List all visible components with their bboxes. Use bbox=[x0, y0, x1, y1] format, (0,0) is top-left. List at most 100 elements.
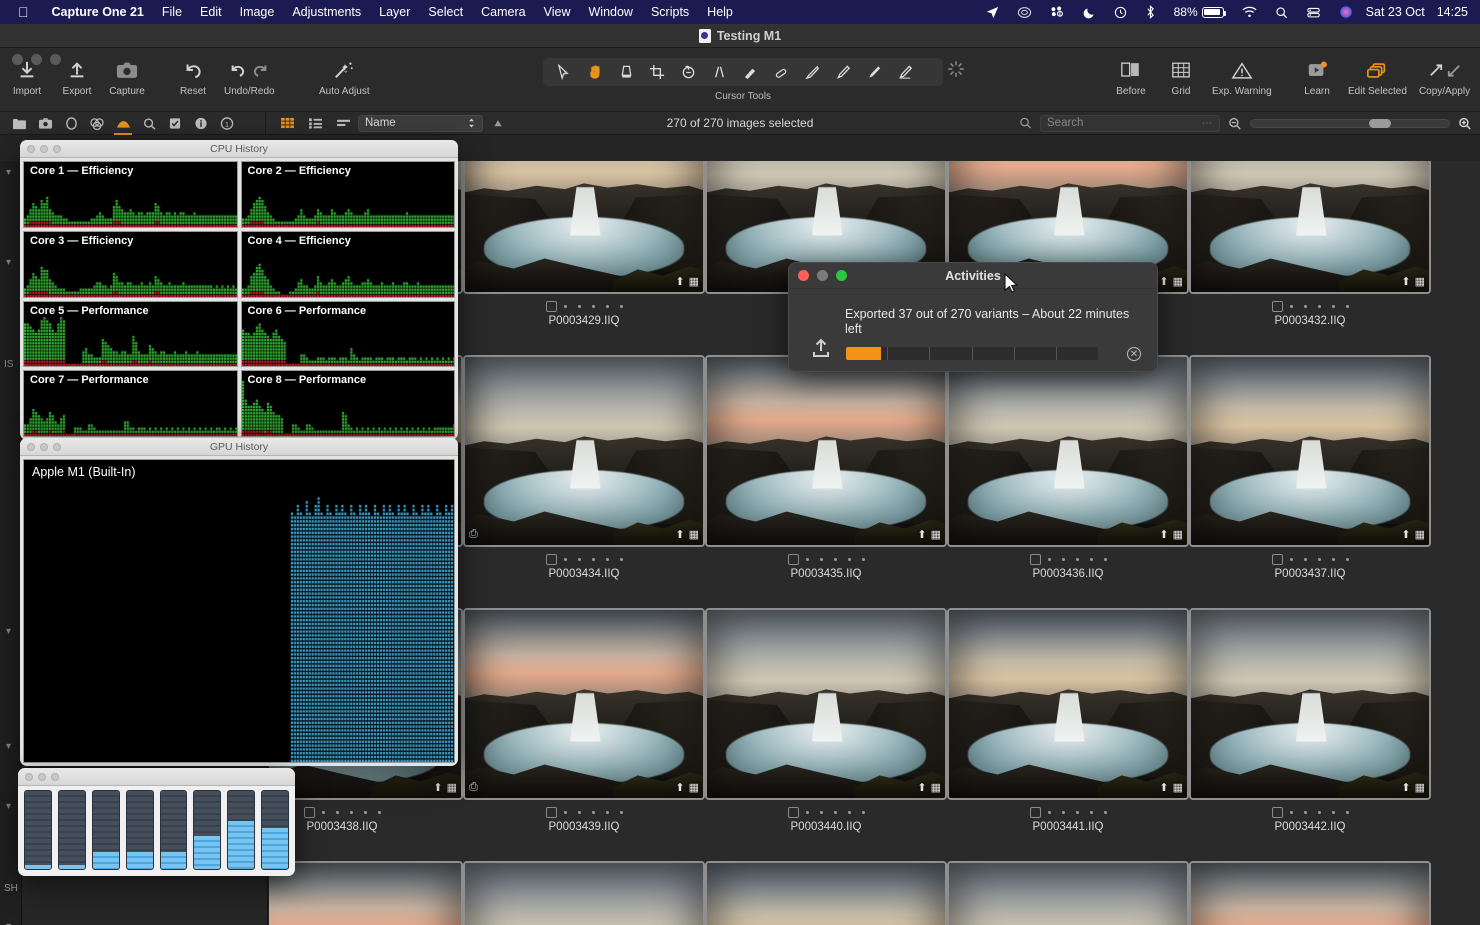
adjustments-icon[interactable] bbox=[162, 112, 188, 134]
thumbnail-image[interactable]: ⬆▦ bbox=[463, 161, 705, 294]
star-rating[interactable] bbox=[563, 810, 623, 814]
metadata-icon[interactable] bbox=[188, 112, 214, 134]
draw-mask-icon[interactable] bbox=[828, 60, 858, 84]
thumbnail-image[interactable]: ⬆▦ bbox=[947, 608, 1189, 800]
filmstrip-view-icon[interactable] bbox=[330, 112, 356, 134]
thumbnail-cell[interactable]: ⬆▦P0003447.IIQ bbox=[1189, 861, 1431, 925]
thumbnail-cell[interactable]: ⬆ ▦ P0003442.IIQ bbox=[1189, 608, 1431, 861]
close-button[interactable] bbox=[12, 54, 23, 65]
zoom-in-icon[interactable] bbox=[1458, 117, 1472, 130]
window-traffic-lights[interactable] bbox=[12, 54, 61, 65]
thumbnail-cell[interactable]: ⬆ ▦ P0003432.IIQ bbox=[1189, 161, 1431, 355]
rating-checkbox[interactable] bbox=[303, 806, 315, 818]
undo-redo-button[interactable]: Undo/Redo bbox=[218, 48, 281, 97]
wifi-icon[interactable] bbox=[1233, 6, 1266, 18]
maximize-button[interactable] bbox=[50, 54, 61, 65]
chevron-5[interactable]: ▾ bbox=[6, 801, 11, 812]
thumbnail-image[interactable]: ⬆▦ bbox=[1189, 355, 1431, 547]
variant-stack-icon[interactable]: ⎙ bbox=[469, 528, 478, 541]
rating-checkbox[interactable] bbox=[545, 806, 557, 818]
menu-item-select[interactable]: Select bbox=[419, 5, 472, 19]
screen-mirroring-icon[interactable] bbox=[1008, 6, 1041, 19]
rating-checkbox[interactable] bbox=[1029, 806, 1041, 818]
menu-item-scripts[interactable]: Scripts bbox=[642, 5, 698, 19]
thumbnail-cell[interactable]: ⬆ ▦ P0003429.IIQ bbox=[463, 161, 705, 355]
levels-panel-header[interactable]: ▾ Levels ⋯ bbox=[22, 921, 267, 925]
chevron-2[interactable]: ▾ bbox=[6, 257, 11, 268]
star-rating[interactable] bbox=[1289, 810, 1349, 814]
menu-item-file[interactable]: File bbox=[153, 5, 191, 19]
erase-icon[interactable] bbox=[797, 60, 827, 84]
gpu-traffic-lights[interactable] bbox=[27, 442, 61, 451]
pan-hand-icon[interactable] bbox=[580, 60, 610, 84]
thumbnail-image[interactable]: ⬆▦ bbox=[705, 355, 947, 547]
memory-pressure-window[interactable] bbox=[18, 768, 295, 876]
memory-window-titlebar[interactable] bbox=[18, 768, 295, 786]
gradient-mask-icon[interactable] bbox=[859, 60, 889, 84]
search-options-icon[interactable]: ⋯ bbox=[1202, 118, 1213, 129]
thumbnail-cell[interactable]: ⬆ ▦ P0003440.IIQ bbox=[705, 608, 947, 861]
lens-icon[interactable] bbox=[58, 112, 84, 134]
before-button[interactable]: Before bbox=[1106, 48, 1156, 97]
grid-button[interactable]: Grid bbox=[1156, 48, 1206, 97]
thumbnail-image[interactable]: ⬆▦ bbox=[705, 861, 947, 925]
siri-icon[interactable] bbox=[1330, 5, 1362, 19]
cancel-x-icon[interactable]: ✕ bbox=[1127, 347, 1141, 361]
thumbnail-cell[interactable]: ⬆▦P0003446.IIQ bbox=[947, 861, 1189, 925]
search-input[interactable]: Search ⋯ bbox=[1040, 114, 1220, 132]
thumbnail-size-slider[interactable] bbox=[1250, 118, 1450, 128]
menu-item-camera[interactable]: Camera bbox=[472, 5, 534, 19]
cpu-traffic-lights[interactable] bbox=[27, 144, 61, 153]
thumbnail-image[interactable]: ⎙⬆▦ bbox=[463, 608, 705, 800]
reset-button[interactable]: Reset bbox=[168, 48, 218, 97]
menu-item-app[interactable]: Capture One 21 bbox=[43, 5, 153, 19]
thumbnail-image[interactable]: ⬆▦ bbox=[947, 861, 1189, 925]
output-icon[interactable]: 1 bbox=[214, 112, 240, 134]
thumbnail-image[interactable]: ⬆▦ bbox=[1189, 608, 1431, 800]
dropbox-icon[interactable] bbox=[1041, 5, 1074, 19]
star-rating[interactable] bbox=[563, 304, 623, 308]
menu-item-edit[interactable]: Edit bbox=[191, 5, 231, 19]
star-rating[interactable] bbox=[805, 557, 865, 561]
sort-by-select[interactable]: Name bbox=[358, 114, 483, 132]
rating-checkbox[interactable] bbox=[1271, 806, 1283, 818]
do-not-disturb-icon[interactable] bbox=[1074, 6, 1105, 19]
crop-icon[interactable] bbox=[642, 60, 672, 84]
location-icon[interactable] bbox=[977, 6, 1008, 19]
star-rating[interactable] bbox=[805, 810, 865, 814]
grid-view-icon[interactable] bbox=[274, 112, 300, 134]
linear-gradient-icon[interactable] bbox=[890, 60, 920, 84]
rating-checkbox[interactable] bbox=[1271, 553, 1283, 565]
slider-knob[interactable] bbox=[1369, 118, 1391, 128]
chevron-histogram[interactable]: ▾ bbox=[6, 167, 11, 178]
capture-icon[interactable] bbox=[32, 112, 58, 134]
menu-item-adjustments[interactable]: Adjustments bbox=[283, 5, 370, 19]
thumbnail-image[interactable]: ⬆▦ bbox=[947, 355, 1189, 547]
sort-ascending-icon[interactable] bbox=[485, 112, 511, 134]
spot-removal-icon[interactable] bbox=[735, 60, 765, 84]
search-filter-icon[interactable] bbox=[1019, 117, 1032, 129]
thumbnail-image[interactable]: ⎙⬆▦ bbox=[463, 861, 705, 925]
thumbnail-cell[interactable]: ⬆▦P0003443.IIQ bbox=[269, 861, 463, 925]
keystone-icon[interactable] bbox=[704, 60, 734, 84]
color-icon[interactable] bbox=[84, 112, 110, 134]
minimize-button-activities[interactable] bbox=[817, 270, 828, 281]
rating-checkbox[interactable] bbox=[1271, 300, 1283, 312]
menu-item-help[interactable]: Help bbox=[698, 5, 742, 19]
copy-apply-button[interactable]: Copy/Apply bbox=[1413, 48, 1476, 97]
chevron-levels[interactable]: ▾ bbox=[6, 921, 11, 925]
auto-adjust-button[interactable]: Auto Adjust bbox=[313, 48, 376, 97]
rating-checkbox[interactable] bbox=[787, 553, 799, 565]
apple-menu-icon[interactable]:  bbox=[18, 5, 29, 19]
thumbnail-cell[interactable]: ⬆ ▦ P0003437.IIQ bbox=[1189, 355, 1431, 608]
thumbnail-image[interactable]: ⎙⬆▦ bbox=[463, 355, 705, 547]
gpu-history-window[interactable]: GPU History Apple M1 (Built-In) bbox=[20, 438, 458, 766]
menu-item-view[interactable]: View bbox=[535, 5, 580, 19]
thumbnail-cell[interactable]: ⎙⬆▦P0003444.IIQ bbox=[463, 861, 705, 925]
details-icon[interactable] bbox=[136, 112, 162, 134]
gpu-window-titlebar[interactable]: GPU History bbox=[20, 438, 458, 456]
rating-checkbox[interactable] bbox=[1029, 553, 1041, 565]
cpu-window-titlebar[interactable]: CPU History bbox=[20, 140, 458, 158]
star-rating[interactable] bbox=[1047, 810, 1107, 814]
chevron-4[interactable]: ▾ bbox=[6, 741, 11, 752]
